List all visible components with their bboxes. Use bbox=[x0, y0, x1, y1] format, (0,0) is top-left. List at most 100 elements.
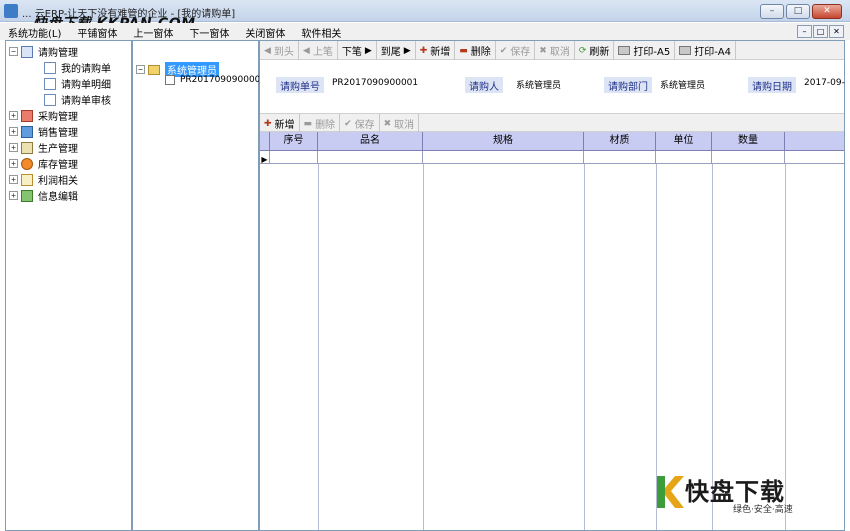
tree-item-sales[interactable]: + 销售管理 bbox=[9, 124, 78, 139]
mdi-restore-button[interactable]: □ bbox=[813, 25, 828, 38]
mdi-close-button[interactable]: ✕ bbox=[829, 25, 844, 38]
expand-icon[interactable]: + bbox=[9, 127, 18, 136]
column-header-name[interactable]: 品名 bbox=[318, 132, 423, 151]
plus-icon: ✚ bbox=[264, 118, 272, 129]
x-icon: ✖ bbox=[383, 118, 392, 129]
detail-cancel-button[interactable]: ✖ 取消 bbox=[380, 114, 420, 133]
cell-material[interactable] bbox=[584, 151, 656, 164]
mdi-controls: – □ ✕ bbox=[797, 25, 844, 38]
doc-icon bbox=[44, 77, 56, 90]
collapse-icon[interactable]: − bbox=[136, 65, 145, 74]
next-label: 下笔 bbox=[341, 47, 362, 58]
expand-icon[interactable]: + bbox=[9, 159, 18, 168]
minimize-button[interactable]: – bbox=[760, 4, 784, 19]
logo-k-icon bbox=[657, 476, 684, 508]
next-record-button[interactable]: 下笔 ▶ bbox=[338, 41, 377, 60]
menu-close-window[interactable]: 关闭窗体 bbox=[237, 23, 293, 40]
check-icon: ✔ bbox=[344, 118, 352, 129]
tree-item-request-details[interactable]: 请购单明细 bbox=[44, 76, 111, 91]
add-button[interactable]: ✚ 新增 bbox=[416, 41, 456, 60]
sales-icon bbox=[21, 125, 33, 138]
print-a5-button[interactable]: 打印-A5 bbox=[614, 41, 676, 60]
menu-prev-window[interactable]: 上一窗体 bbox=[125, 23, 181, 40]
last-label: 到尾 bbox=[380, 47, 401, 58]
tree-item-my-requests[interactable]: 我的请购单 bbox=[44, 60, 111, 75]
tree-item-purchase-request[interactable]: − 请购管理 bbox=[9, 44, 78, 59]
detail-add-button[interactable]: ✚ 新增 bbox=[260, 114, 300, 133]
delete-button[interactable]: ▬ 删除 bbox=[455, 41, 496, 60]
detail-grid[interactable]: 序号 品名 规格 材质 单位 数量 ▶ bbox=[260, 132, 844, 530]
cell-filler bbox=[785, 151, 844, 164]
column-header-material[interactable]: 材质 bbox=[584, 132, 656, 151]
grid-header: 序号 品名 规格 材质 单位 数量 bbox=[260, 132, 844, 151]
detail-delete-button[interactable]: ▬ 删除 bbox=[300, 114, 341, 133]
row-indicator: ▶ bbox=[260, 151, 270, 164]
tree-item-info[interactable]: + 信息编辑 bbox=[9, 188, 78, 203]
first-label: 到头 bbox=[273, 47, 294, 58]
tree-item-production[interactable]: + 生产管理 bbox=[9, 140, 78, 155]
current-row-icon: ▶ bbox=[261, 155, 268, 164]
save-label: 保存 bbox=[510, 47, 531, 58]
refresh-button[interactable]: ⟳ 刷新 bbox=[575, 41, 615, 60]
profit-icon bbox=[21, 173, 33, 186]
cancel-button[interactable]: ✖ 取消 bbox=[535, 41, 575, 60]
prev-icon: ◀ bbox=[302, 45, 310, 56]
cell-spec[interactable] bbox=[423, 151, 584, 164]
first-record-button[interactable]: ◀ 到头 bbox=[260, 41, 299, 60]
tree-item-label: 请购单审核 bbox=[61, 96, 111, 107]
expand-icon[interactable]: + bbox=[9, 111, 18, 120]
column-header-seq[interactable]: 序号 bbox=[270, 132, 318, 151]
tree-item-purchase[interactable]: + 采购管理 bbox=[9, 108, 78, 123]
mdi-minimize-button[interactable]: – bbox=[797, 25, 812, 38]
tree-item-label: 生产管理 bbox=[38, 144, 78, 155]
print-a4-button[interactable]: 打印-A4 bbox=[675, 41, 737, 60]
close-button[interactable]: ✕ bbox=[812, 4, 842, 19]
column-header-spec[interactable]: 规格 bbox=[423, 132, 584, 151]
info-icon bbox=[21, 189, 33, 202]
menu-next-window[interactable]: 下一窗体 bbox=[181, 23, 237, 40]
date-value: 2017-09- bbox=[804, 78, 845, 88]
doc-icon bbox=[44, 61, 56, 74]
menu-tile[interactable]: 平铺窗体 bbox=[69, 23, 125, 40]
column-header-unit[interactable]: 单位 bbox=[656, 132, 712, 151]
logo-slogan: 绿色·安全·高速 bbox=[733, 505, 793, 515]
detail-save-button[interactable]: ✔ 保存 bbox=[340, 114, 380, 133]
first-icon: ◀ bbox=[264, 45, 271, 56]
tree-item-label: 销售管理 bbox=[38, 128, 78, 139]
tree-item-label: 请购单明细 bbox=[61, 80, 111, 91]
save-button[interactable]: ✔ 保存 bbox=[496, 41, 536, 60]
tree-item-label: 利润相关 bbox=[38, 176, 78, 187]
cell-unit[interactable] bbox=[656, 151, 712, 164]
minus-icon: ▬ bbox=[303, 118, 313, 129]
menu-system[interactable]: 系统功能(L) bbox=[0, 23, 69, 40]
expand-icon[interactable]: + bbox=[9, 143, 18, 152]
menu-software[interactable]: 软件相关 bbox=[293, 23, 349, 40]
prev-record-button[interactable]: ◀ 上笔 bbox=[299, 41, 338, 60]
expand-icon[interactable]: + bbox=[9, 175, 18, 184]
cell-name[interactable] bbox=[318, 151, 423, 164]
requester-value: 系统管理员 bbox=[516, 81, 562, 91]
delete-label: 删除 bbox=[470, 47, 491, 58]
grid-icon bbox=[165, 75, 175, 85]
column-divider bbox=[318, 164, 319, 530]
printer-icon bbox=[618, 46, 631, 55]
tree-item-request-review[interactable]: 请购单审核 bbox=[44, 92, 111, 107]
tree-item-inventory[interactable]: + 库存管理 bbox=[9, 156, 78, 171]
record-tree: − 系统管理员 PR2017090900001 bbox=[132, 40, 266, 531]
cell-qty[interactable] bbox=[712, 151, 785, 164]
restore-button[interactable]: □ bbox=[786, 4, 810, 19]
doc-icon bbox=[44, 93, 56, 106]
app-icon bbox=[4, 4, 18, 18]
collapse-icon[interactable]: − bbox=[9, 47, 18, 56]
column-header-filler bbox=[785, 132, 844, 151]
column-header-qty[interactable]: 数量 bbox=[712, 132, 785, 151]
tree-item-profit[interactable]: + 利润相关 bbox=[9, 172, 78, 187]
record-item[interactable]: PR2017090900001 bbox=[165, 75, 266, 85]
last-record-button[interactable]: 到尾 ▶ bbox=[377, 41, 416, 60]
table-row[interactable]: ▶ bbox=[260, 151, 844, 164]
order-no-label: 请购单号 bbox=[276, 77, 324, 93]
expand-icon[interactable]: + bbox=[9, 191, 18, 200]
cell-seq[interactable] bbox=[270, 151, 318, 164]
check-icon: ✔ bbox=[499, 45, 508, 56]
plus-icon: ✚ bbox=[419, 45, 428, 56]
